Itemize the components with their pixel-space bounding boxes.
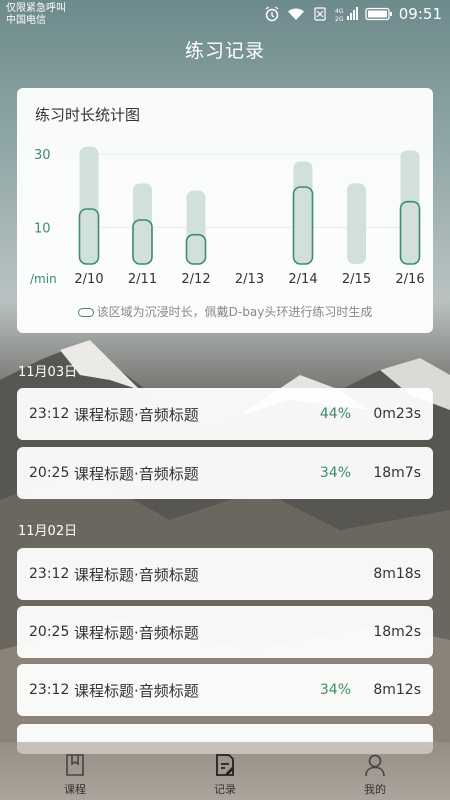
bar-total <box>186 190 206 264</box>
record-item[interactable]: 23:12 课程标题·音频标题 8m18s <box>17 548 433 600</box>
bar-total <box>79 146 99 264</box>
network-2g: 2G <box>335 16 344 22</box>
x-tick-label: 2/10 <box>74 272 103 287</box>
bar-total <box>133 183 152 264</box>
record-title: 课程标题·音频标题 <box>74 464 199 483</box>
record-percent: 44% <box>319 406 351 422</box>
wifi-icon <box>287 6 305 22</box>
record-duration: 0m23s <box>373 406 421 422</box>
book-icon <box>66 754 84 776</box>
clock-time: 09:51 <box>398 5 442 23</box>
x-tick-label: 2/15 <box>342 272 371 287</box>
sim-off-icon <box>311 6 329 22</box>
user-icon <box>365 754 385 777</box>
tab-records-label: 记录 <box>214 783 236 796</box>
signal-icon: 4G 2G <box>335 6 359 22</box>
record-item[interactable]: 20:25 课程标题·音频标题 34% 18m7s <box>17 447 433 499</box>
y-tick-label: 30 <box>34 148 51 163</box>
legend-text: 该区域为沉浸时长，佩戴D-bay头环进行练习时生成 <box>96 305 373 319</box>
bottom-tab-bar: 课程 记录 我的 <box>0 742 450 800</box>
record-percent: 34% <box>319 682 351 698</box>
status-bar: 仅限紧急呼叫 中国电信 4G 2G 09:51 <box>0 0 450 30</box>
battery-icon <box>365 6 393 22</box>
record-item[interactable]: 20:25 课程标题·音频标题 18m2s <box>17 606 433 658</box>
date-header: 11月03日 <box>18 365 78 380</box>
record-duration: 8m18s <box>373 566 421 582</box>
record-duration: 8m12s <box>373 682 421 698</box>
record-title: 课程标题·音频标题 <box>74 405 199 424</box>
carrier-info: 仅限紧急呼叫 中国电信 <box>6 3 66 27</box>
practice-chart-card: 练习时长统计图 30 10/min 2/10 2/11 2/12 2/13 2/14 2/15… <box>17 88 433 333</box>
network-4g: 4G <box>335 8 344 15</box>
record-title: 课程标题·音频标题 <box>74 565 199 584</box>
record-time: 23:12 <box>29 682 70 698</box>
page-title: 练习记录 <box>184 40 265 62</box>
tab-me[interactable]: 我的 <box>300 742 450 800</box>
record-duration: 18m2s <box>373 624 421 640</box>
record-item[interactable]: 23:12 课程标题·音频标题 44% 0m23s <box>17 388 433 440</box>
record-time: 23:12 <box>29 406 70 422</box>
date-header: 11月02日 <box>18 524 78 539</box>
bar-total <box>293 161 313 264</box>
chart-legend: 该区域为沉浸时长，佩戴D-bay头环进行练习时生成 <box>17 303 433 320</box>
alarm-icon <box>263 6 281 22</box>
bar-total <box>347 183 366 264</box>
record-time: 23:12 <box>29 566 70 582</box>
record-time: 20:25 <box>29 624 70 640</box>
tab-me-label: 我的 <box>364 783 386 796</box>
record-time: 20:25 <box>29 465 70 481</box>
bar-total <box>400 150 420 264</box>
y-axis-label: /min <box>30 272 57 286</box>
tab-courses-label: 课程 <box>64 783 86 796</box>
record-doc-icon <box>216 754 234 776</box>
x-tick-label: 2/14 <box>288 272 317 287</box>
legend-swatch <box>77 308 94 317</box>
record-duration: 18m7s <box>373 465 421 481</box>
x-tick-label: 2/11 <box>128 272 157 287</box>
tab-courses[interactable]: 课程 <box>0 742 150 800</box>
x-tick-label: 2/12 <box>181 272 210 287</box>
practice-duration-chart: 30 10/min 2/10 2/11 2/12 2/13 2/14 2/15 2/16 <box>30 146 425 287</box>
carrier-line1: 仅限紧急呼叫 <box>6 3 66 14</box>
record-item[interactable]: 23:12 课程标题·音频标题 34% 8m12s <box>17 664 433 716</box>
record-title: 课程标题·音频标题 <box>74 623 199 642</box>
tab-records[interactable]: 记录 <box>150 742 300 800</box>
record-title: 课程标题·音频标题 <box>74 681 199 700</box>
x-tick-label: 2/13 <box>235 272 264 287</box>
x-tick-label: 2/16 <box>395 272 424 287</box>
carrier-line2: 中国电信 <box>6 15 46 26</box>
record-percent: 34% <box>319 465 351 481</box>
y-tick-label: 10 <box>34 221 51 236</box>
